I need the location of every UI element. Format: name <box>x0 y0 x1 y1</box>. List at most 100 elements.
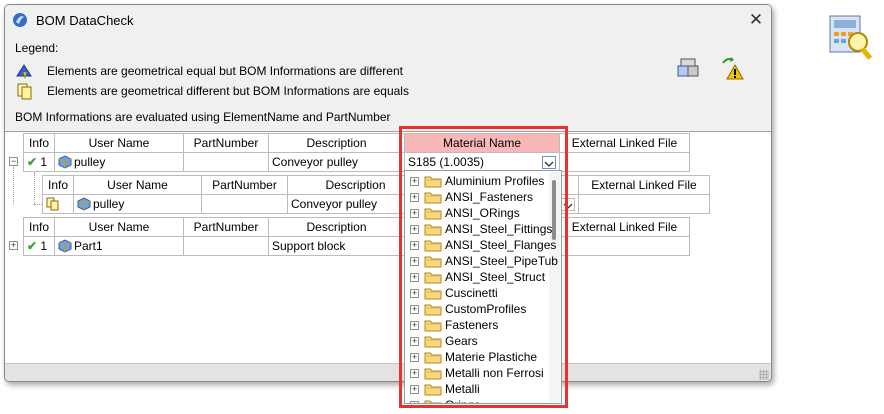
dropdown-item[interactable]: + ANSI_ORings <box>405 205 550 221</box>
dropdown-item[interactable]: + ANSI_Fasteners <box>405 189 550 205</box>
tree-line <box>34 172 35 204</box>
dropdown-item[interactable]: + CustomProfiles <box>405 301 550 317</box>
description-cell[interactable]: Support block <box>269 236 405 256</box>
geometric-different-icon <box>46 197 59 211</box>
material-combo[interactable]: S185 (1.0035) <box>405 152 560 172</box>
dropdown-item[interactable]: + ANSI_Steel_PipeTub <box>405 253 558 269</box>
app-logo-icon <box>13 13 27 27</box>
dropdown-button[interactable] <box>561 198 575 211</box>
dropdown-item[interactable]: + Metalli non Ferrosi <box>405 365 550 381</box>
sync-warning-icon[interactable] <box>719 55 745 81</box>
header-user-name[interactable]: User Name <box>55 133 184 153</box>
dropdown-item-label: ANSI_Steel_Flanges <box>445 238 557 252</box>
folder-icon <box>424 304 442 316</box>
header-info[interactable]: Info <box>23 133 55 153</box>
expand-icon[interactable]: + <box>410 385 419 394</box>
expand-toggle[interactable]: + <box>9 241 18 250</box>
user-name-text: Part1 <box>74 239 103 253</box>
header-part-number[interactable]: PartNumber <box>184 217 269 237</box>
header-material-name[interactable]: Material Name <box>405 133 560 153</box>
header-external-linked-file[interactable]: External Linked File <box>560 217 690 237</box>
info-cell <box>42 194 74 214</box>
dropdown-item[interactable]: + Metalli <box>405 381 550 397</box>
part-number-cell[interactable] <box>184 152 269 172</box>
user-name-cell[interactable]: pulley <box>74 194 202 214</box>
info-count: 1 <box>40 155 48 169</box>
folder-icon <box>424 192 442 204</box>
expand-icon[interactable]: + <box>410 337 419 346</box>
dropdown-item[interactable]: + Aluminium Profiles <box>405 173 550 189</box>
expand-icon[interactable]: + <box>410 257 419 266</box>
expand-icon[interactable]: + <box>410 225 419 234</box>
resize-grip[interactable] <box>759 370 769 380</box>
dropdown-item-label: Metalli <box>445 382 480 396</box>
collapse-toggle[interactable]: − <box>9 157 18 166</box>
external-file-cell[interactable] <box>560 236 690 256</box>
dropdown-item[interactable]: + ANSI_Steel_Fittings <box>405 221 553 237</box>
dropdown-item-label: ANSI_Steel_Fittings <box>445 222 553 236</box>
material-dropdown-list[interactable]: + Aluminium Profiles + ANSI_Fasteners + ANSI_… <box>404 170 562 404</box>
folder-icon <box>424 208 442 220</box>
user-name-cell[interactable]: Part1 <box>55 236 184 256</box>
expand-icon[interactable]: + <box>410 305 419 314</box>
external-file-cell[interactable] <box>579 194 710 214</box>
header-user-name[interactable]: User Name <box>55 217 184 237</box>
folder-icon <box>424 400 442 403</box>
header-info[interactable]: Info <box>23 217 55 237</box>
header-part-number[interactable]: PartNumber <box>202 175 288 195</box>
tree-line <box>34 204 42 205</box>
title-bar[interactable]: BOM DataCheck ✕ <box>5 5 771 35</box>
user-name-cell[interactable]: pulley <box>55 152 184 172</box>
dropdown-item[interactable]: + ANSI_Steel_Struct <box>405 269 550 285</box>
header-description[interactable]: Description <box>269 133 405 153</box>
description-cell[interactable]: Conveyor pulley <box>269 152 405 172</box>
dropdown-item-label: Materie Plastiche <box>445 350 538 364</box>
dropdown-item-label: ANSI_Steel_Struct <box>445 270 546 284</box>
user-name-text: pulley <box>74 155 106 169</box>
dropdown-item[interactable]: + Gears <box>405 333 550 349</box>
part-number-cell[interactable] <box>202 194 288 214</box>
dropdown-item-label: CustomProfiles <box>445 302 527 316</box>
part-icon <box>58 239 72 253</box>
window-title: BOM DataCheck <box>36 13 134 28</box>
info-cell: ✔ 1 <box>23 236 55 256</box>
dropdown-button[interactable] <box>542 156 556 169</box>
dropdown-item[interactable]: + Orings <box>405 397 550 403</box>
header-external-linked-file[interactable]: External Linked File <box>560 133 690 153</box>
header-info[interactable]: Info <box>42 175 74 195</box>
expand-icon[interactable]: + <box>410 401 419 403</box>
external-file-cell[interactable] <box>560 152 690 172</box>
expand-icon[interactable]: + <box>410 353 419 362</box>
calculator-search-icon[interactable] <box>826 10 876 62</box>
info-cell: ✔ 1 <box>23 152 55 172</box>
header-external-linked-file[interactable]: External Linked File <box>579 175 710 195</box>
expand-icon[interactable]: + <box>410 273 419 282</box>
expand-icon[interactable]: + <box>410 177 419 186</box>
expand-icon[interactable]: + <box>410 241 419 250</box>
folder-icon <box>424 240 442 252</box>
legend-title: Legend: <box>15 41 59 55</box>
dropdown-item[interactable]: + Fasteners <box>405 317 550 333</box>
dropdown-item[interactable]: + Cuscinetti <box>405 285 550 301</box>
part-number-cell[interactable] <box>184 236 269 256</box>
header-user-name[interactable]: User Name <box>74 175 202 195</box>
header-part-number[interactable]: PartNumber <box>184 133 269 153</box>
close-button[interactable]: ✕ <box>746 10 766 30</box>
compare-parts-icon[interactable] <box>675 55 701 81</box>
dropdown-item-label: Aluminium Profiles <box>445 174 545 188</box>
expand-icon[interactable]: + <box>410 321 419 330</box>
expand-icon[interactable]: + <box>410 209 419 218</box>
dropdown-item[interactable]: + ANSI_Steel_Flanges <box>405 237 556 253</box>
scrollbar[interactable] <box>549 172 560 402</box>
expand-icon[interactable]: + <box>410 193 419 202</box>
scrollbar-thumb[interactable] <box>552 180 556 240</box>
check-icon: ✔ <box>27 155 38 169</box>
dropdown-item-label: Metalli non Ferrosi <box>445 366 544 380</box>
dropdown-item-label: Fasteners <box>445 318 499 332</box>
check-icon: ✔ <box>27 239 38 253</box>
dropdown-item[interactable]: + Materie Plastiche <box>405 349 550 365</box>
part-icon <box>58 155 72 169</box>
expand-icon[interactable]: + <box>410 289 419 298</box>
header-description[interactable]: Description <box>269 217 405 237</box>
expand-icon[interactable]: + <box>410 369 419 378</box>
